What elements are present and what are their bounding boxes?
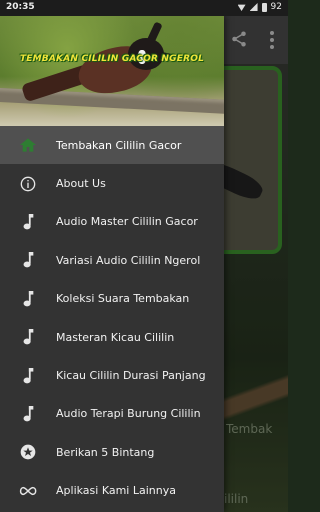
music-note-icon — [0, 213, 56, 230]
menu-item-label: Kicau Cililin Durasi Panjang — [56, 369, 206, 383]
menu-item-label: Tembakan Cililin Gacor — [56, 138, 182, 152]
menu-item-label: Audio Master Cililin Gacor — [56, 215, 198, 229]
menu-item-label: About Us — [56, 177, 106, 191]
music-note-icon — [0, 405, 56, 422]
menu-item-aplikasi-lainnya[interactable]: Aplikasi Kami Lainnya — [0, 472, 224, 510]
status-bar: 20:35 92 — [0, 0, 288, 16]
signal-icon — [249, 3, 258, 11]
infinity-icon — [0, 485, 56, 497]
home-icon — [0, 138, 56, 152]
menu-item-label: Audio Terapi Burung Cililin — [56, 407, 201, 421]
menu-item-tembakan-cililin-gacor[interactable]: Tembakan Cililin Gacor — [0, 126, 224, 165]
menu-item-audio-terapi[interactable]: Audio Terapi Burung Cililin — [0, 395, 224, 433]
music-note-icon — [0, 252, 56, 268]
star-icon — [0, 444, 56, 460]
wifi-icon — [237, 4, 246, 11]
info-icon — [0, 176, 56, 192]
battery-icon — [261, 2, 267, 12]
menu-item-about-us[interactable]: About Us — [0, 164, 224, 202]
menu-item-kicau-durasi-panjang[interactable]: Kicau Cililin Durasi Panjang — [0, 356, 224, 394]
status-icons: 92 — [237, 2, 282, 12]
menu-item-label: Masteran Kicau Cililin — [56, 330, 175, 344]
menu-item-variasi-audio[interactable]: Variasi Audio Cililin Ngerol — [0, 241, 224, 279]
menu-item-audio-master[interactable]: Audio Master Cililin Gacor — [0, 203, 224, 241]
menu-item-label: Variasi Audio Cililin Ngerol — [56, 253, 201, 267]
drawer-menu: Tembakan Cililin Gacor About Us Audio Ma… — [0, 126, 224, 510]
menu-item-label: Aplikasi Kami Lainnya — [56, 484, 176, 498]
music-note-icon — [0, 329, 56, 345]
menu-item-berikan-bintang[interactable]: Berikan 5 Bintang — [0, 433, 224, 471]
menu-item-label: Koleksi Suara Tembakan — [56, 292, 190, 306]
menu-item-koleksi-suara[interactable]: Koleksi Suara Tembakan — [0, 280, 224, 318]
menu-item-masteran-kicau[interactable]: Masteran Kicau Cililin — [0, 318, 224, 356]
battery-level: 92 — [270, 2, 282, 12]
navigation-drawer: TEMBAKAN CILILIN GACOR NGEROL Tembakan C… — [0, 16, 224, 512]
header-title: TEMBAKAN CILILIN GACOR NGEROL — [19, 54, 205, 64]
music-note-icon — [0, 367, 56, 384]
status-time: 20:35 — [6, 2, 35, 12]
menu-item-label: Berikan 5 Bintang — [56, 445, 155, 459]
music-note-icon — [0, 290, 56, 307]
drawer-header: TEMBAKAN CILILIN GACOR NGEROL — [0, 16, 224, 126]
